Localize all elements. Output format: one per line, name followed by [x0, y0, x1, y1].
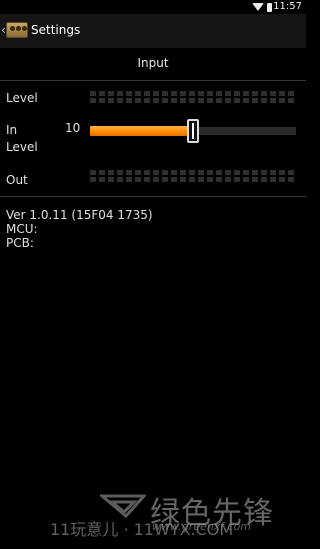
wifi-icon [252, 3, 264, 11]
out-label: Out [6, 173, 28, 187]
level-label: Level [6, 91, 38, 105]
slider-fill [90, 126, 193, 136]
battery-icon [267, 3, 272, 12]
status-time: 11:57 [273, 1, 302, 12]
pcb-text: PCB: [6, 236, 34, 250]
in-level-slider[interactable] [90, 119, 296, 143]
output-level-meter [90, 170, 296, 182]
mcu-text: MCU: [6, 222, 38, 236]
version-text: Ver 1.0.11 (15F04 1735) [6, 208, 153, 222]
section-title-input: Input [137, 56, 169, 70]
watermark-bottom-text: 11玩意儿 · 11WYX.COM [50, 520, 234, 539]
amp-app-icon[interactable] [6, 22, 28, 38]
input-level-meter [90, 91, 296, 103]
in-level-value: 10 [65, 121, 81, 135]
info-divider [0, 196, 306, 197]
in-level-label-line2: Level [6, 140, 38, 154]
in-level-label-line1: In [6, 123, 18, 137]
section-divider [0, 80, 306, 81]
page-title: Settings [31, 23, 81, 37]
app-bar: ‹ Settings [0, 14, 306, 48]
status-bar: 11:57 [0, 0, 306, 14]
slider-thumb[interactable] [187, 119, 199, 143]
